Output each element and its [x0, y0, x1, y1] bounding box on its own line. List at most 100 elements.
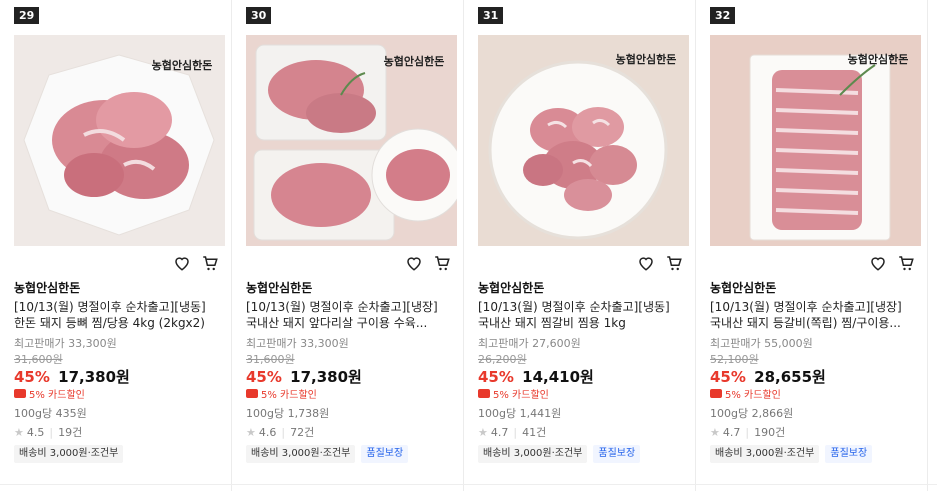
- divider: |: [281, 425, 286, 439]
- rank-badge: 32: [710, 7, 736, 24]
- heart-icon[interactable]: [173, 254, 191, 272]
- product-photo: 농협안심한돈: [14, 35, 225, 246]
- sale-price: 17,380원: [58, 368, 130, 386]
- reference-price: 최고판매가 33,300원: [14, 337, 117, 350]
- brand-logo: 농협안심한돈: [848, 52, 909, 66]
- unit-price: 100g당 2,866원: [710, 407, 794, 420]
- brand-name[interactable]: 농협안심한돈: [14, 279, 80, 296]
- discount-rate: 45%: [246, 368, 282, 386]
- brand-name[interactable]: 농협안심한돈: [478, 279, 544, 296]
- shipping-tag: 배송비 3,000원·조건부: [710, 445, 820, 463]
- card-discount: 5% 카드할인: [478, 386, 549, 401]
- review-count: 41건: [522, 426, 547, 439]
- brand-logo: 농협안심한돈: [152, 58, 213, 72]
- product-title-line2: 한돈 돼지 등뼈 찜/당용 4kg (2kgx2): [14, 316, 205, 330]
- product-image[interactable]: 농협안심한돈: [14, 35, 225, 246]
- card-discount-label: 5% 카드할인: [493, 390, 549, 401]
- unit-price: 100g당 435원: [14, 407, 87, 420]
- discount-rate: 45%: [710, 368, 746, 386]
- tag-list: 배송비 3,000원·조건부: [14, 445, 124, 463]
- original-price: 31,600원: [14, 353, 63, 366]
- card-discount: 5% 카드할인: [14, 386, 85, 401]
- product-title-line2: 국내산 돼지 찜갈비 찜용 1kg: [478, 316, 626, 330]
- card-discount: 5% 카드할인: [710, 386, 781, 401]
- star-icon: ★: [14, 425, 24, 439]
- divider: |: [49, 425, 54, 439]
- product-card[interactable]: 31 농협안심한돈 농협안심한돈 [10/13(월) 명절이후 순차출고][냉동…: [464, 0, 696, 491]
- reference-price: 최고판매가 27,600원: [478, 337, 581, 350]
- product-title[interactable]: [10/13(월) 명절이후 순차출고][냉장] 국내산 돼지 앞다리살 구이용…: [246, 299, 458, 331]
- star-icon: ★: [710, 425, 720, 439]
- product-photo: 농협안심한돈: [478, 35, 689, 246]
- cart-icon[interactable]: [201, 254, 219, 272]
- rating-score: 4.7: [722, 425, 741, 439]
- review-count: 72건: [290, 426, 315, 439]
- price-row: 45% 17,380원: [246, 366, 362, 387]
- price-row: 45% 17,380원: [14, 366, 130, 387]
- product-title[interactable]: [10/13(월) 명절이후 순차출고][냉동] 한돈 돼지 등뼈 찜/당용 4…: [14, 299, 226, 331]
- reference-price: 최고판매가 55,000원: [710, 337, 813, 350]
- card-discount: 5% 카드할인: [246, 386, 317, 401]
- product-photo: 농협안심한돈: [246, 35, 457, 246]
- discount-rate: 45%: [478, 368, 514, 386]
- divider: |: [745, 425, 750, 439]
- product-title-line2: 국내산 돼지 등갈비(쪽립) 찜/구이용...: [710, 316, 901, 330]
- heart-icon[interactable]: [869, 254, 887, 272]
- product-card[interactable]: 30 농협안심한돈 농협안심한돈 [10/13(월) 명절이후 순차출고][냉장…: [232, 0, 464, 491]
- sale-price: 28,655원: [754, 368, 826, 386]
- unit-price: 100g당 1,441원: [478, 407, 562, 420]
- product-title[interactable]: [10/13(월) 명절이후 순차출고][냉동] 국내산 돼지 찜갈비 찜용 1…: [478, 299, 690, 331]
- rating-score: 4.6: [258, 425, 277, 439]
- product-card[interactable]: 32 농협안심한돈 농협안심한돈 [10/13(월) 명절이후 순차출고][냉장…: [696, 0, 928, 491]
- cart-icon[interactable]: [897, 254, 915, 272]
- product-image[interactable]: 농협안심한돈: [478, 35, 689, 246]
- card-discount-label: 5% 카드할인: [725, 390, 781, 401]
- shipping-tag: 배송비 3,000원·조건부: [14, 445, 124, 463]
- rank-badge: 30: [246, 7, 272, 24]
- shipping-tag: 배송비 3,000원·조건부: [478, 445, 588, 463]
- brand-name[interactable]: 농협안심한돈: [246, 279, 312, 296]
- heart-icon[interactable]: [637, 254, 655, 272]
- rating: ★ 4.5 | 19건: [14, 424, 82, 440]
- reference-price: 최고판매가 33,300원: [246, 337, 349, 350]
- sale-price: 17,380원: [290, 368, 362, 386]
- card-discount-label: 5% 카드할인: [29, 390, 85, 401]
- discount-rate: 45%: [14, 368, 50, 386]
- brand-name[interactable]: 농협안심한돈: [710, 279, 776, 296]
- rating: ★ 4.6 | 72건: [246, 424, 314, 440]
- original-price: 52,100원: [710, 353, 759, 366]
- card-icon: [478, 389, 490, 398]
- rating: ★ 4.7 | 190건: [710, 424, 785, 440]
- card-icon: [710, 389, 722, 398]
- product-title-line1: [10/13(월) 명절이후 순차출고][냉장]: [710, 300, 902, 314]
- sale-price: 14,410원: [522, 368, 594, 386]
- shipping-tag: 배송비 3,000원·조건부: [246, 445, 356, 463]
- review-count: 190건: [754, 426, 786, 439]
- price-row: 45% 14,410원: [478, 366, 594, 387]
- star-icon: ★: [246, 425, 256, 439]
- card-icon: [246, 389, 258, 398]
- brand-logo: 농협안심한돈: [616, 52, 677, 66]
- cart-icon[interactable]: [665, 254, 683, 272]
- rank-badge: 31: [478, 7, 504, 24]
- product-title-line2: 국내산 돼지 앞다리살 구이용 수육...: [246, 316, 428, 330]
- rating-score: 4.5: [26, 425, 45, 439]
- product-card[interactable]: 29 농협안심한돈 농협안심한돈 [10/13(월) 명절이후 순차출고][냉동…: [0, 0, 232, 491]
- review-count: 19건: [58, 426, 83, 439]
- product-title-line1: [10/13(월) 명절이후 순차출고][냉장]: [246, 300, 438, 314]
- rating: ★ 4.7 | 41건: [478, 424, 546, 440]
- product-title[interactable]: [10/13(월) 명절이후 순차출고][냉장] 국내산 돼지 등갈비(쪽립) …: [710, 299, 922, 331]
- product-image[interactable]: 농협안심한돈: [710, 35, 921, 246]
- product-image[interactable]: 농협안심한돈: [246, 35, 457, 246]
- brand-logo: 농협안심한돈: [384, 54, 445, 68]
- star-icon: ★: [478, 425, 488, 439]
- tag-list: 배송비 3,000원·조건부 품질보장: [246, 445, 409, 463]
- product-title-line1: [10/13(월) 명절이후 순차출고][냉동]: [14, 300, 206, 314]
- quality-tag: 품질보장: [593, 445, 641, 463]
- card-discount-label: 5% 카드할인: [261, 390, 317, 401]
- original-price: 31,600원: [246, 353, 295, 366]
- tag-list: 배송비 3,000원·조건부 품질보장: [478, 445, 641, 463]
- cart-icon[interactable]: [433, 254, 451, 272]
- heart-icon[interactable]: [405, 254, 423, 272]
- product-photo: 농협안심한돈: [710, 35, 921, 246]
